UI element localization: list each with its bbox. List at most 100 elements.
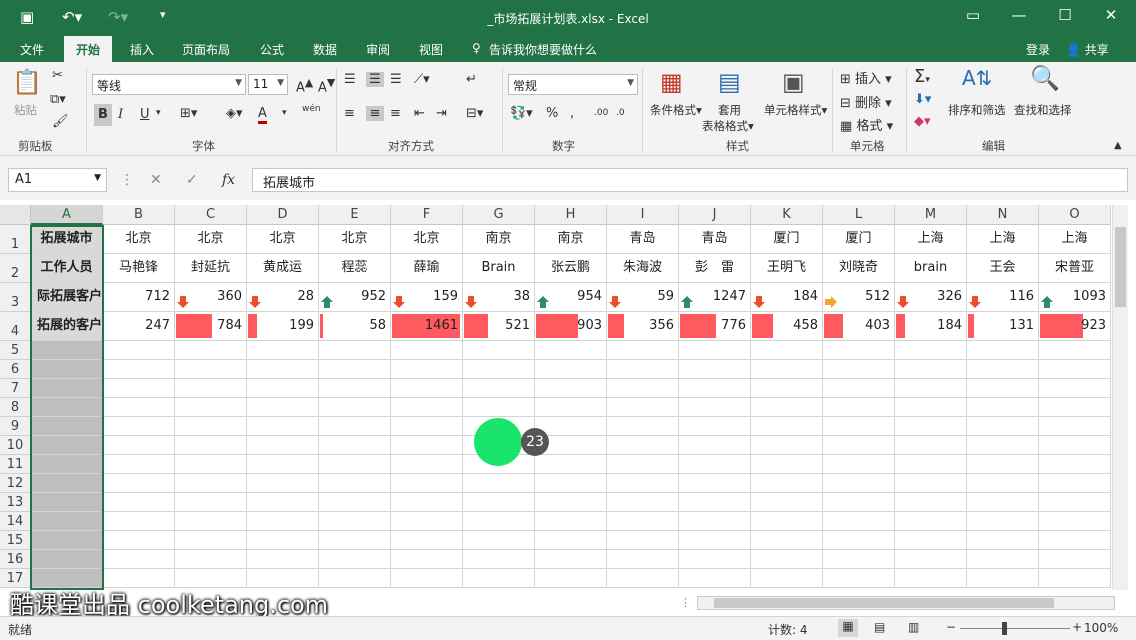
cell-O13[interactable] [1039,493,1111,512]
cancel-icon[interactable]: ✕ [150,172,162,188]
font-color-icon[interactable]: A [258,106,267,124]
cell-H2[interactable]: 张云鹏 [535,254,607,283]
cell-E7[interactable] [319,379,391,398]
tab-page-layout[interactable]: 页面布局 [182,41,230,58]
cell-K3[interactable]: 184 [751,283,823,312]
cell-K7[interactable] [751,379,823,398]
cell-J14[interactable] [679,512,751,531]
row-header-15[interactable]: 15 [0,531,31,550]
font-name-select[interactable]: 等线 ▼ [92,74,246,95]
cell-F16[interactable] [391,550,463,569]
column-header-K[interactable]: K [751,205,823,225]
cell-K4[interactable]: 458 [751,312,823,341]
cell-E6[interactable] [319,360,391,379]
cell-M2[interactable]: brain [895,254,967,283]
cell-E11[interactable] [319,455,391,474]
cell-F2[interactable]: 薛瑜 [391,254,463,283]
cell-C3[interactable]: 360 [175,283,247,312]
cell-D13[interactable] [247,493,319,512]
cell-E4[interactable]: 58 [319,312,391,341]
align-right-icon[interactable]: ≡ [390,106,401,121]
row-header-5[interactable]: 5 [0,341,31,360]
tab-file[interactable]: 文件 [20,41,44,58]
cell-L7[interactable] [823,379,895,398]
phonetic-icon[interactable]: wén [302,104,321,114]
worksheet-grid[interactable]: A B C D E F G H I J K L M N O 1 2 3 4 5 6 7 8 9 10 11 12 13 14 15 16 17… [0,205,1136,590]
cell-I15[interactable] [607,531,679,550]
cell-N1[interactable]: 上海 [967,225,1039,254]
horizontal-scrollbar[interactable] [697,596,1115,610]
cell-B2[interactable]: 马艳锋 [103,254,175,283]
cell-M16[interactable] [895,550,967,569]
cell-O16[interactable] [1039,550,1111,569]
cell-H15[interactable] [535,531,607,550]
cell-K11[interactable] [751,455,823,474]
cell-F13[interactable] [391,493,463,512]
cell-L12[interactable] [823,474,895,493]
cell-B16[interactable] [103,550,175,569]
cell-I16[interactable] [607,550,679,569]
cell-D12[interactable] [247,474,319,493]
cell-F8[interactable] [391,398,463,417]
zoom-slider-thumb[interactable] [1002,622,1007,635]
row-header-8[interactable]: 8 [0,398,31,417]
comma-icon[interactable]: , [570,106,574,121]
cell-D14[interactable] [247,512,319,531]
cell-A4[interactable]: 拓展的客户 [31,312,103,341]
cell-L16[interactable] [823,550,895,569]
decrease-decimal-icon[interactable]: .0 [616,108,625,118]
cell-K14[interactable] [751,512,823,531]
zoom-level[interactable]: 100% [1084,621,1118,635]
cell-D7[interactable] [247,379,319,398]
cell-I1[interactable]: 青岛 [607,225,679,254]
tab-view[interactable]: 视图 [419,41,443,58]
cell-H17[interactable] [535,569,607,588]
cell-G6[interactable] [463,360,535,379]
cell-A7[interactable] [31,379,103,398]
cell-O15[interactable] [1039,531,1111,550]
cell-E5[interactable] [319,341,391,360]
select-all-corner[interactable] [0,205,31,225]
cell-K9[interactable] [751,417,823,436]
cell-F6[interactable] [391,360,463,379]
cell-O2[interactable]: 宋普亚 [1039,254,1111,283]
cell-B7[interactable] [103,379,175,398]
cell-A10[interactable] [31,436,103,455]
cell-D16[interactable] [247,550,319,569]
sort-filter-label[interactable]: 排序和筛选 [948,102,1006,118]
cell-F12[interactable] [391,474,463,493]
cell-A11[interactable] [31,455,103,474]
cell-E2[interactable]: 程蕊 [319,254,391,283]
enter-icon[interactable]: ✓ [186,172,198,188]
align-center-icon[interactable]: ≡ [366,106,384,121]
cell-A3[interactable]: 际拓展客户 [31,283,103,312]
cell-N8[interactable] [967,398,1039,417]
currency-icon[interactable]: 💱▾ [510,106,533,121]
vertical-scroll-thumb[interactable] [1115,227,1126,307]
cell-O7[interactable] [1039,379,1111,398]
cell-K17[interactable] [751,569,823,588]
cell-I6[interactable] [607,360,679,379]
percent-icon[interactable]: % [546,106,558,121]
cell-H1[interactable]: 南京 [535,225,607,254]
cell-L2[interactable]: 刘晓奇 [823,254,895,283]
table-format-icon[interactable]: ▤ [718,68,741,96]
column-header-F[interactable]: F [391,205,463,225]
cell-C5[interactable] [175,341,247,360]
cell-D10[interactable] [247,436,319,455]
insert-cells-button[interactable]: ⊞ 插入 ▾ [840,68,892,87]
cell-D9[interactable] [247,417,319,436]
align-top-icon[interactable]: ☰ [344,72,356,87]
cell-N5[interactable] [967,341,1039,360]
cell-I12[interactable] [607,474,679,493]
cell-F9[interactable] [391,417,463,436]
cell-J8[interactable] [679,398,751,417]
row-header-4[interactable]: 4 [0,312,31,341]
sign-in-link[interactable]: 登录 [1026,41,1050,58]
column-header-I[interactable]: I [607,205,679,225]
cell-E13[interactable] [319,493,391,512]
cell-I17[interactable] [607,569,679,588]
tell-me-box[interactable]: 告诉我你想要做什么 [489,41,597,58]
cell-L5[interactable] [823,341,895,360]
cell-H11[interactable] [535,455,607,474]
